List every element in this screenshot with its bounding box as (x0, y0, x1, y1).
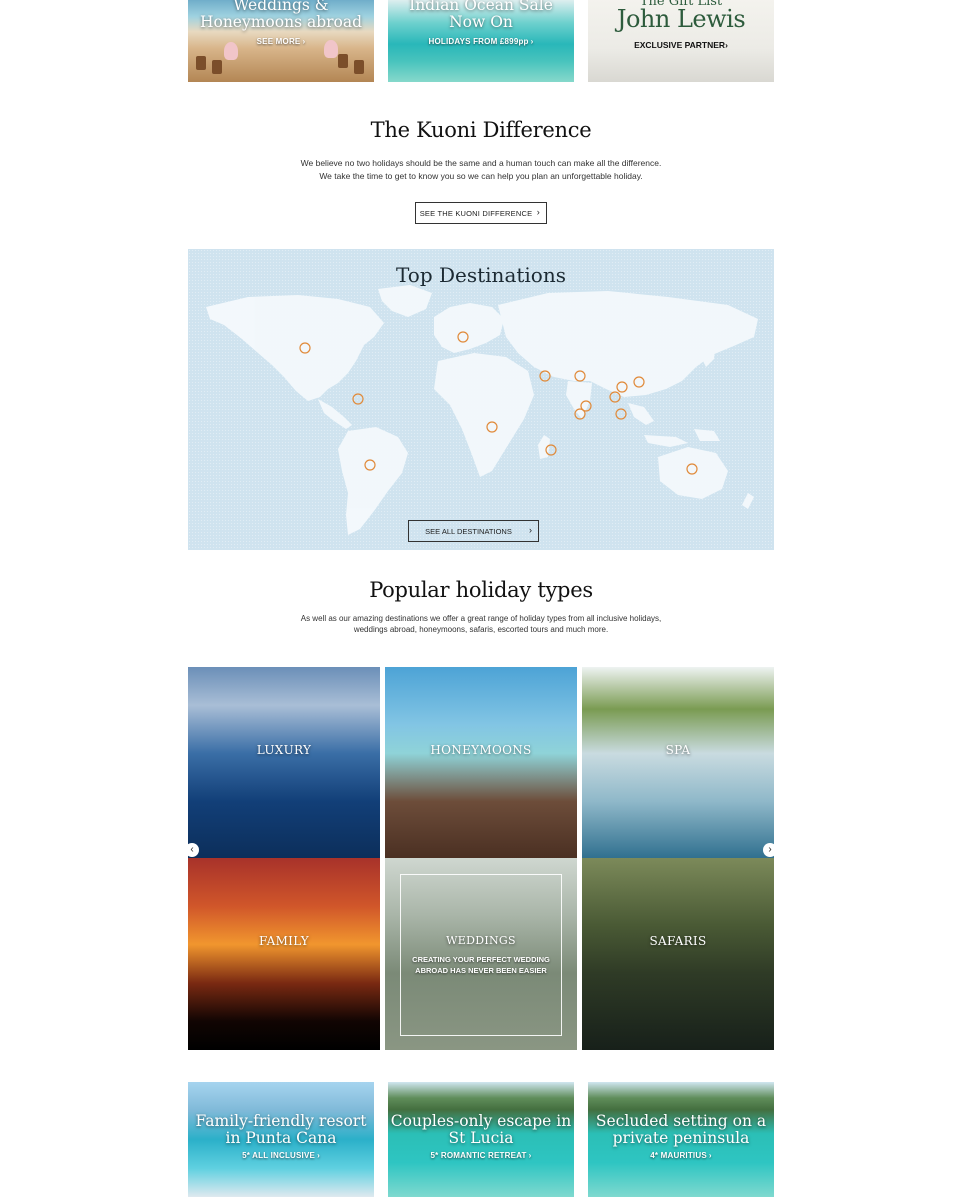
holiday-tile-safaris[interactable]: SAFARIS (582, 858, 774, 1050)
world-map (206, 285, 758, 535)
holiday-tile-luxury[interactable]: LUXURY (188, 667, 380, 859)
promo-cta[interactable]: SEE MORE › (188, 37, 374, 46)
chevron-right-icon: › (536, 207, 540, 217)
see-kuoni-difference-button[interactable]: SEE THE KUONI DIFFERENCE › (415, 202, 547, 224)
promo-title: Weddings & Honeymoons abroad (199, 0, 363, 31)
chevron-right-icon: › (528, 1151, 532, 1160)
tile-label: FAMILY (259, 934, 309, 948)
promo-title: Couples-only escape in St Lucia (390, 1112, 572, 1147)
holiday-tile-spa[interactable]: SPA (582, 667, 774, 859)
promo-mauritius[interactable]: Secluded setting on a private peninsula … (588, 1082, 774, 1197)
promo-indian-ocean-sale[interactable]: Indian Ocean Sale Now On HOLIDAYS FROM £… (388, 0, 574, 82)
holiday-tile-weddings[interactable]: WEDDINGS CREATING YOUR PERFECT WEDDING A… (385, 858, 577, 1050)
promo-title: Secluded setting on a private peninsula (595, 1112, 767, 1147)
section-heading-difference: The Kuoni Difference (370, 118, 592, 142)
carousel-next-arrow-icon[interactable]: › (763, 843, 777, 857)
promo-cta[interactable]: EXCLUSIVE PARTNER› (588, 40, 774, 50)
promo-weddings-honeymoons[interactable]: Weddings & Honeymoons abroad SEE MORE › (188, 0, 374, 82)
tile-label: SAFARIS (649, 934, 707, 948)
decor-chair (354, 60, 364, 74)
chevron-right-icon: › (317, 1151, 320, 1160)
decor-chair (196, 56, 206, 70)
section-heading-destinations: Top Destinations (396, 263, 566, 287)
chevron-right-icon: › (529, 525, 532, 535)
destination-marker[interactable] (352, 393, 364, 405)
holiday-tile-family[interactable]: FAMILY (188, 858, 380, 1050)
promo-title: Family-friendly resort in Punta Cana (195, 1112, 367, 1147)
holiday-types-text: As well as our amazing destinations we o… (300, 614, 662, 634)
tile-label: WEDDINGS (446, 934, 516, 947)
tile-subtitle: CREATING YOUR PERFECT WEDDING ABROAD HAS… (412, 955, 550, 975)
decor-chair (212, 60, 222, 74)
destination-marker[interactable] (615, 408, 627, 420)
section-heading-holiday-types: Popular holiday types (369, 578, 593, 602)
promo-cta[interactable]: HOLIDAYS FROM £899pp › (388, 37, 574, 46)
promo-cta[interactable]: 4* MAURITIUS › (588, 1151, 774, 1160)
promo-gift-list[interactable]: The Gift List John Lewis EXCLUSIVE PARTN… (588, 0, 774, 82)
destination-marker[interactable] (609, 391, 621, 403)
promo-punta-cana[interactable]: Family-friendly resort in Punta Cana 5* … (188, 1082, 374, 1197)
decor-chair (338, 54, 348, 68)
promo-cta[interactable]: 5* ROMANTIC RETREAT › (388, 1151, 574, 1160)
tile-label: SPA (665, 743, 691, 757)
chevron-right-icon: › (725, 40, 728, 50)
holiday-tile-honeymoons[interactable]: HONEYMOONS (385, 667, 577, 859)
chevron-right-icon: › (530, 37, 534, 46)
destinations-map[interactable]: Top Destinations SEE ALL DESTINATIONS › (188, 249, 774, 550)
promo-st-lucia[interactable]: Couples-only escape in St Lucia 5* ROMAN… (388, 1082, 574, 1197)
promo-cta[interactable]: 5* ALL INCLUSIVE › (188, 1151, 374, 1160)
difference-text: We believe no two holidays should be the… (300, 158, 662, 181)
tile-label: LUXURY (256, 743, 312, 757)
john-lewis-logo: John Lewis (616, 5, 746, 33)
chevron-right-icon: › (708, 1151, 712, 1160)
chevron-right-icon: › (302, 37, 306, 46)
promo-title: Indian Ocean Sale Now On (409, 0, 553, 31)
carousel-prev-arrow-icon[interactable]: ‹ (185, 843, 199, 857)
see-all-destinations-button[interactable]: SEE ALL DESTINATIONS › (408, 520, 539, 542)
tile-label: HONEYMOONS (430, 743, 532, 757)
